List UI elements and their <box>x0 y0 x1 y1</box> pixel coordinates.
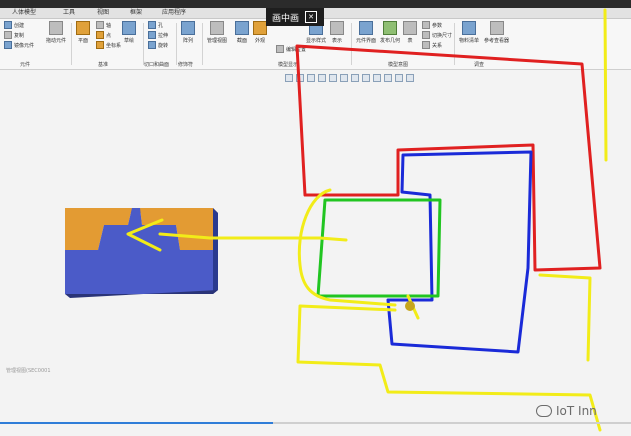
green-annotation <box>316 198 442 298</box>
video-progress-fill <box>0 422 273 424</box>
video-progress-track[interactable] <box>273 422 631 424</box>
blue-annotation <box>386 150 533 354</box>
wechat-icon <box>536 405 552 417</box>
status-text: 管理视图(SEC0001 <box>6 368 51 374</box>
cursor-marker <box>405 301 415 311</box>
red-annotation <box>295 44 602 272</box>
watermark: IoT Inn <box>536 404 597 418</box>
graphics-viewport[interactable] <box>0 0 631 436</box>
section-model <box>65 208 218 298</box>
